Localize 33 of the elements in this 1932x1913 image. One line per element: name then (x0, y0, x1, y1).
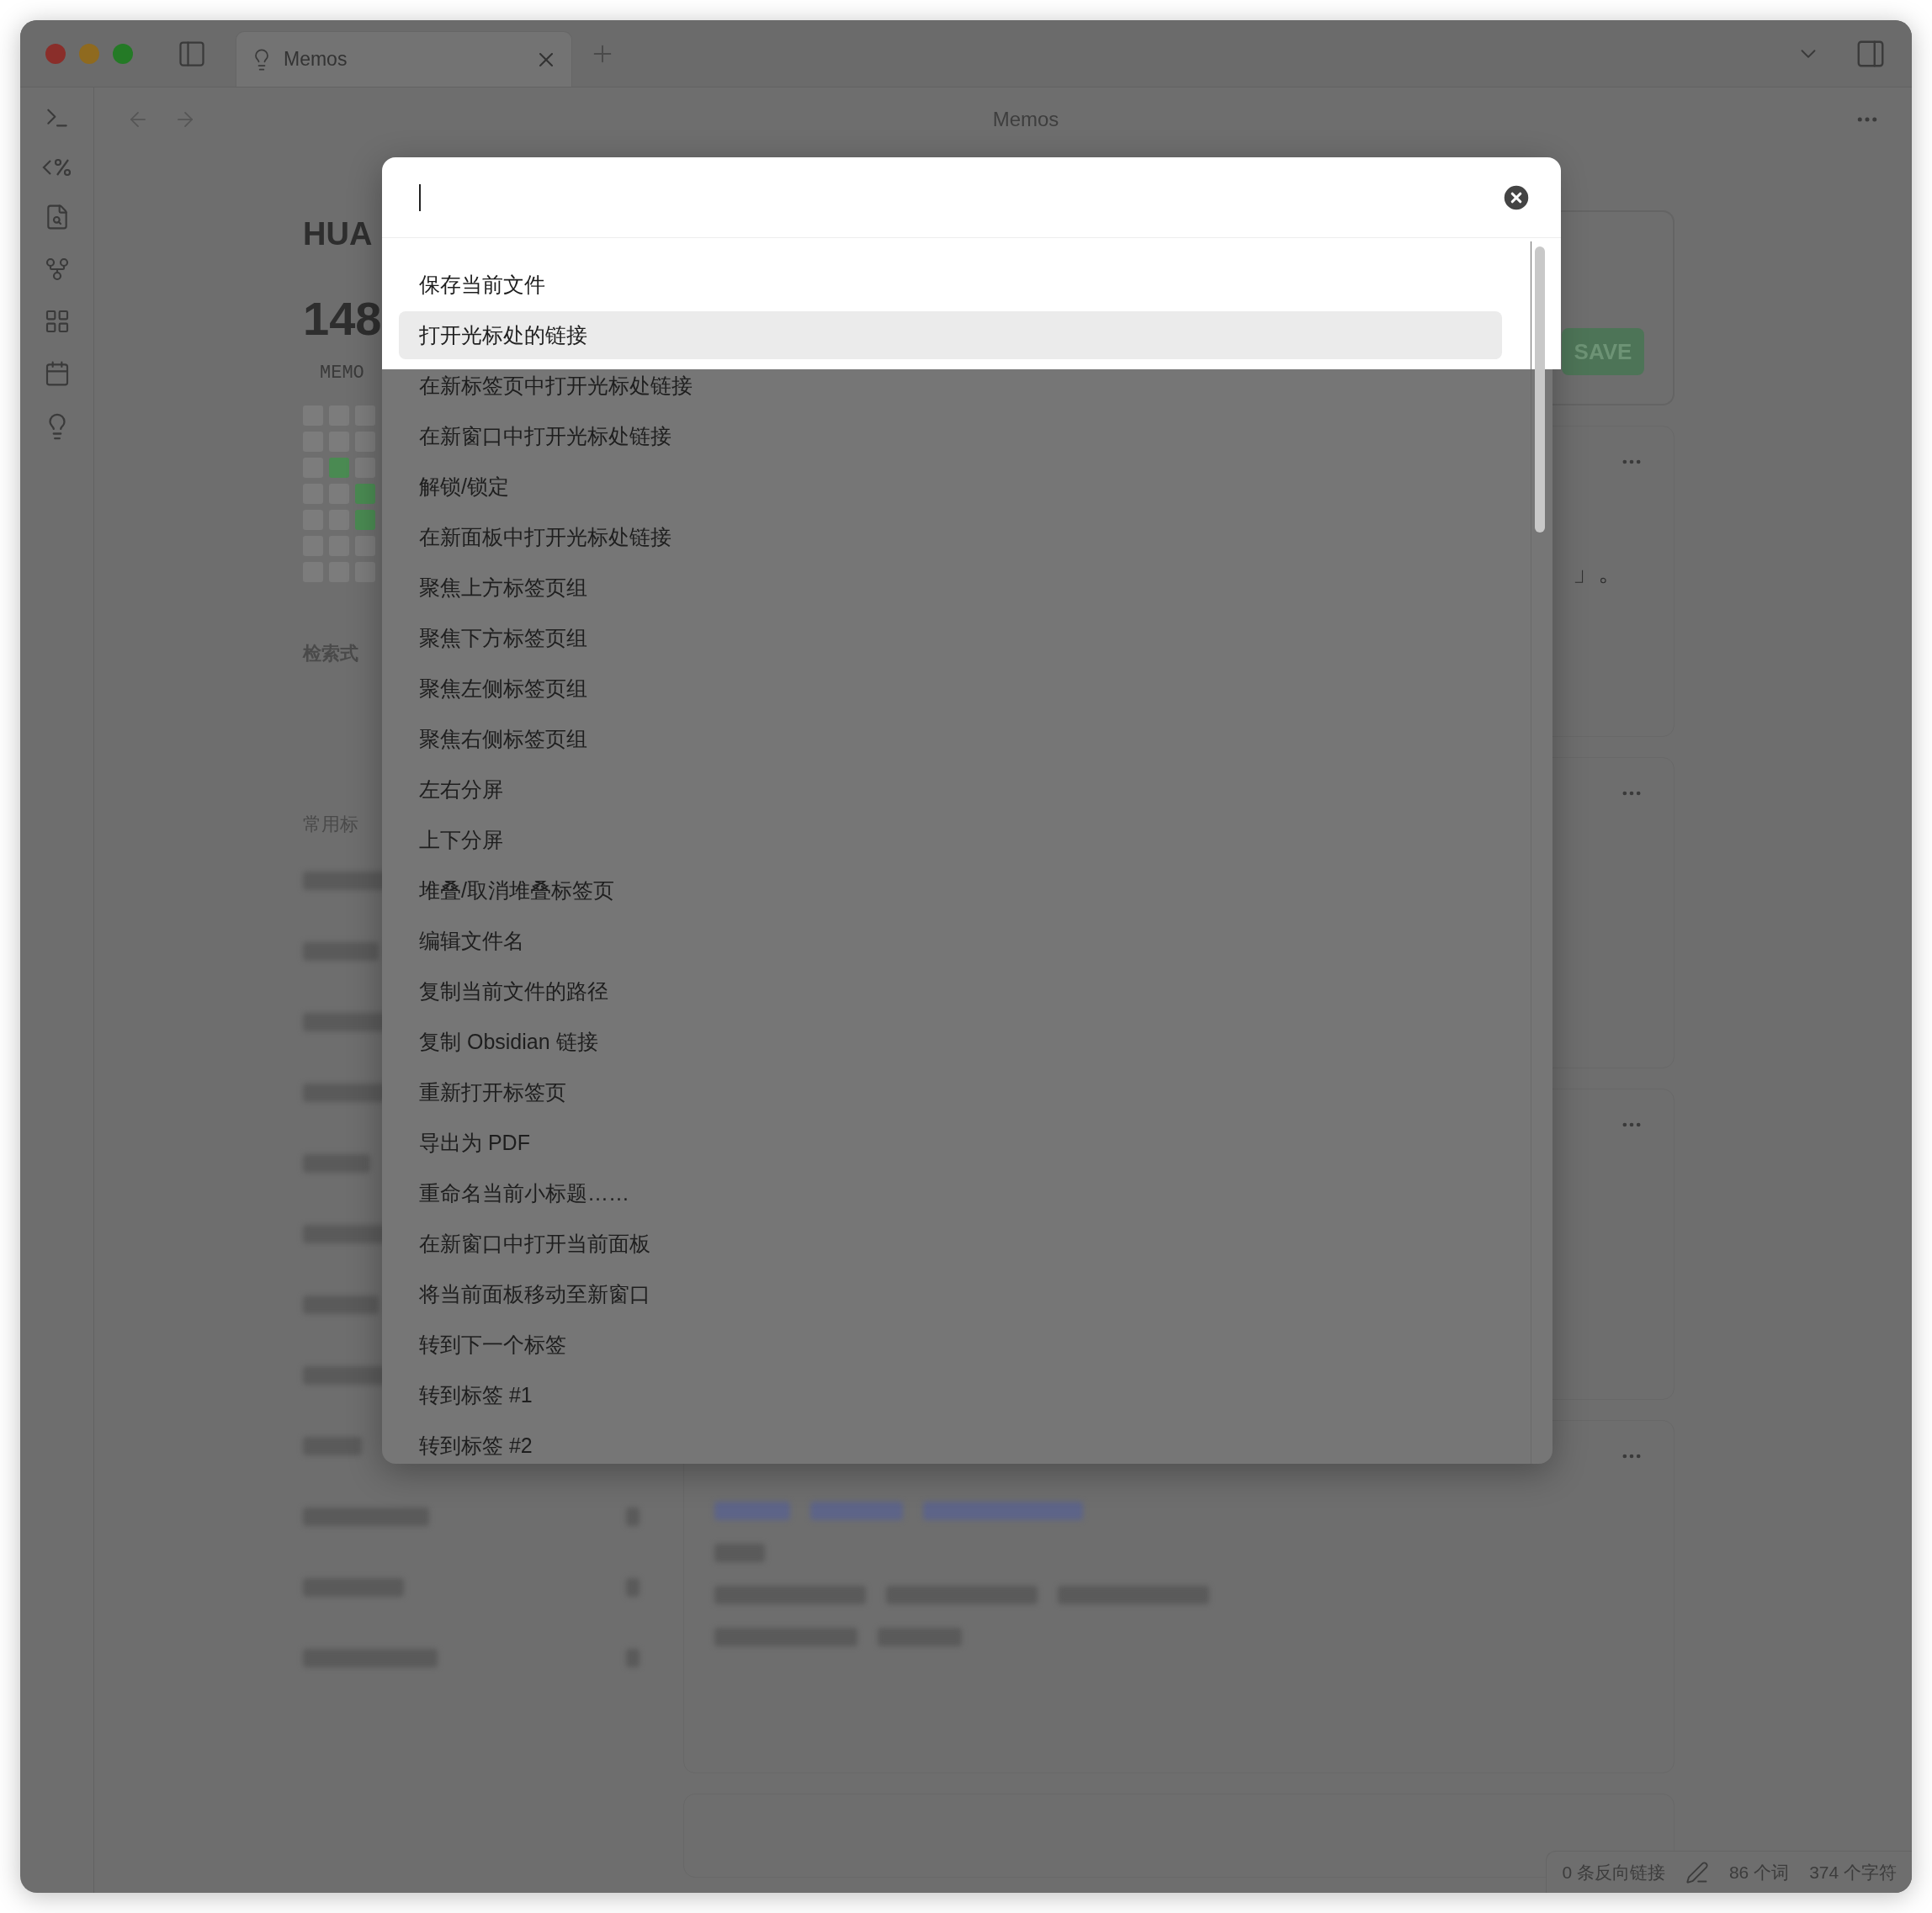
command-item[interactable]: 转到标签 #1 (399, 1371, 1502, 1419)
command-item[interactable]: 解锁/锁定 (399, 463, 1502, 511)
command-item[interactable]: 在新标签页中打开光标处链接 (399, 362, 1502, 410)
command-item[interactable]: 保存当前文件 (399, 261, 1502, 309)
command-item[interactable]: 重新打开标签页 (399, 1068, 1502, 1116)
command-item[interactable]: 将当前面板移动至新窗口 (399, 1270, 1502, 1318)
memo-text: 」。 (1573, 557, 1623, 587)
memos-title: HUA (303, 215, 374, 253)
command-item[interactable]: 转到下一个标签 (399, 1321, 1502, 1369)
command-item[interactable]: 转到标签 #2 (399, 1422, 1502, 1464)
command-item[interactable]: 在新面板中打开光标处链接 (399, 513, 1502, 561)
command-item[interactable]: 复制 Obsidian 链接 (399, 1018, 1502, 1066)
command-item[interactable]: 上下分屏 (399, 816, 1502, 864)
command-item[interactable]: 聚焦左侧标签页组 (399, 665, 1502, 713)
close-window-button[interactable] (45, 43, 66, 64)
command-item[interactable]: 编辑文件名 (399, 917, 1502, 965)
scrollbar-thumb[interactable] (1535, 246, 1545, 533)
command-item[interactable]: 重命名当前小标题…… (399, 1169, 1502, 1217)
command-item[interactable]: 堆叠/取消堆叠标签页 (399, 866, 1502, 914)
command-item[interactable]: 在新窗口中打开光标处链接 (399, 412, 1502, 460)
command-item[interactable]: 打开光标处的链接 (399, 311, 1502, 359)
command-item[interactable]: 导出为 PDF (399, 1119, 1502, 1167)
command-item[interactable]: 聚焦上方标签页组 (399, 564, 1502, 612)
tab[interactable]: Memos (236, 31, 572, 87)
pencil-icon[interactable] (1685, 1860, 1709, 1884)
tab-title: Memos (284, 47, 348, 72)
command-item[interactable]: 聚焦下方标签页组 (399, 614, 1502, 662)
command-item[interactable]: 左右分屏 (399, 766, 1502, 813)
template-icon[interactable] (41, 156, 72, 178)
command-item[interactable]: 在新窗口中打开当前面板 (399, 1220, 1502, 1268)
command-item[interactable]: 复制当前文件的路径 (399, 967, 1502, 1015)
command-item[interactable]: 聚焦右侧标签页组 (399, 715, 1502, 763)
memo-count: 148 (303, 295, 382, 342)
